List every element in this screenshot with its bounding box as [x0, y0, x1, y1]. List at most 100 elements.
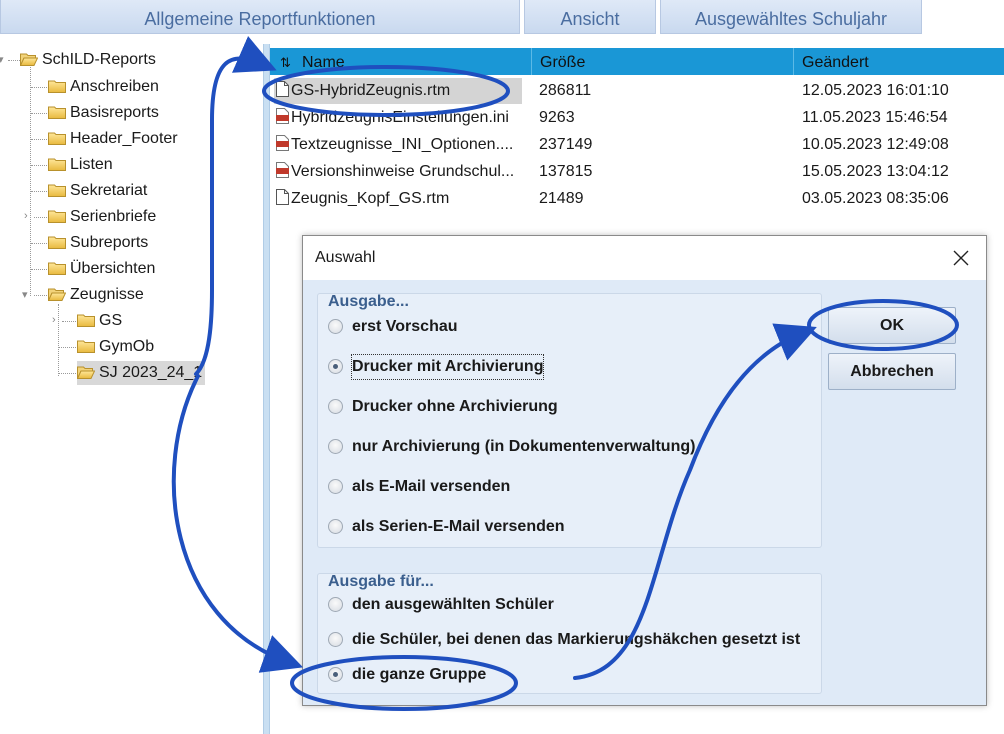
tree-item-sj-2023-24-1[interactable]: SJ 2023_24_1 — [77, 361, 206, 385]
file-row[interactable]: HybridzeugnisEinstellungen.ini 9263 11.0… — [270, 105, 1004, 131]
file-date: 15.05.2023 13:04:12 — [802, 163, 949, 180]
tree-guide — [62, 321, 76, 322]
button-label: OK — [880, 317, 904, 334]
file-date: 11.05.2023 15:46:54 — [802, 109, 948, 126]
radio-label: die ganze Gruppe — [352, 666, 487, 683]
file-date: 03.05.2023 08:35:06 — [802, 190, 949, 207]
expand-icon[interactable]: › — [24, 210, 28, 222]
folder-icon — [48, 131, 66, 145]
tree-item-anschreiben[interactable]: Anschreiben — [48, 75, 159, 99]
collapse-icon[interactable]: ▾ — [0, 53, 4, 66]
file-row[interactable]: Zeugnis_Kopf_GS.rtm 21489 03.05.2023 08:… — [270, 186, 1004, 212]
ok-button[interactable]: OK — [828, 307, 956, 344]
folder-tree: ▾ SchILD-Reports Anschreiben Basisreport… — [0, 44, 265, 734]
folder-icon — [48, 105, 66, 119]
file-row[interactable]: Versionshinweise Grundschul... 137815 15… — [270, 159, 1004, 185]
tab-label: Ansicht — [560, 9, 620, 29]
folder-icon — [48, 209, 66, 223]
tree-item-listen[interactable]: Listen — [48, 153, 113, 177]
tree-item-uebersichten[interactable]: Übersichten — [48, 257, 155, 281]
tree-guide — [8, 60, 20, 61]
tree-item-label: Anschreiben — [70, 78, 159, 95]
tree-item-serienbriefe[interactable]: Serienbriefe — [48, 205, 156, 229]
rtm-file-icon — [276, 189, 289, 205]
radio-label: den ausgewählten Schüler — [352, 596, 554, 613]
pane-splitter[interactable] — [263, 44, 270, 734]
radio-label: als Serien-E-Mail versenden — [352, 518, 565, 535]
tree-item-label: Basisreports — [70, 104, 159, 121]
radio-label: Drucker ohne Archivierung — [352, 398, 558, 415]
folder-icon — [48, 79, 66, 93]
collapse-icon[interactable]: ▾ — [22, 288, 28, 301]
ini-file-icon — [276, 108, 289, 124]
folder-open-icon — [48, 287, 66, 301]
radio-label: Drucker mit Archivierung — [350, 354, 545, 380]
folder-icon — [48, 157, 66, 171]
column-label: Größe — [540, 54, 586, 71]
file-size: 137815 — [539, 163, 593, 180]
close-icon[interactable] — [950, 247, 972, 269]
tree-root-schild-reports[interactable]: SchILD-Reports — [20, 48, 156, 72]
folder-icon — [77, 339, 95, 353]
tree-guide — [34, 295, 47, 296]
tree-item-label: SJ 2023_24_1 — [99, 364, 203, 381]
file-name-cell: Zeugnis_Kopf_GS.rtm — [274, 186, 528, 212]
tab-ansicht[interactable]: Ansicht — [524, 0, 656, 34]
file-name: HybridzeugnisEinstellungen.ini — [291, 109, 509, 126]
expand-icon[interactable]: › — [52, 314, 56, 326]
tab-label: Allgemeine Reportfunktionen — [144, 9, 376, 29]
folder-icon — [48, 235, 66, 249]
file-name-cell: GS-HybridZeugnis.rtm — [274, 78, 522, 104]
file-size: 286811 — [539, 82, 592, 99]
cancel-button[interactable]: Abbrechen — [828, 353, 956, 390]
tree-item-label: Übersichten — [70, 260, 156, 277]
radio-button-icon — [328, 439, 343, 454]
tree-guide — [31, 113, 47, 114]
radio-label: nur Archivierung (in Dokumentenverwaltun… — [352, 438, 696, 455]
radio-button-checked-icon — [328, 667, 343, 682]
tree-guide — [34, 217, 47, 218]
file-row[interactable]: GS-HybridZeugnis.rtm 286811 12.05.2023 1… — [270, 78, 1004, 104]
radio-button-icon — [328, 519, 343, 534]
tree-item-subreports[interactable]: Subreports — [48, 231, 148, 255]
tree-item-label: Sekretariat — [70, 182, 148, 199]
tree-item-gs[interactable]: GS — [77, 309, 122, 333]
radio-button-checked-icon — [328, 359, 343, 374]
tree-item-label: Subreports — [70, 234, 149, 251]
rtm-file-icon — [276, 81, 289, 97]
tree-item-label: GymOb — [99, 338, 155, 355]
ausgabe-group: Ausgabe... erst Vorschau Drucker mit Arc… — [317, 293, 822, 548]
radio-button-icon — [328, 399, 343, 414]
ausgabe-fuer-group: Ausgabe für... den ausgewählten Schüler … — [317, 573, 822, 694]
column-header-date[interactable]: Geändert — [794, 48, 1004, 75]
tree-item-sekretariat[interactable]: Sekretariat — [48, 179, 147, 203]
tree-item-label: SchILD-Reports — [42, 51, 156, 68]
group-title: Ausgabe für... — [328, 573, 434, 590]
file-name-cell: Versionshinweise Grundschul... — [274, 159, 528, 185]
tree-guide — [59, 347, 76, 348]
folder-icon — [48, 183, 66, 197]
tree-item-label: Zeugnisse — [70, 286, 144, 303]
tree-item-label: Header_Footer — [70, 130, 178, 147]
tab-ausgewaehltes-schuljahr[interactable]: Ausgewähltes Schuljahr — [660, 0, 922, 34]
tree-guide — [31, 139, 47, 140]
file-date: 10.05.2023 12:49:08 — [802, 136, 949, 153]
column-header-size[interactable]: Größe — [532, 48, 794, 75]
file-row[interactable]: Textzeugnisse_INI_Optionen.... 237149 10… — [270, 132, 1004, 158]
tree-guide — [30, 64, 31, 296]
tree-item-basisreports[interactable]: Basisreports — [48, 101, 159, 125]
file-name: Versionshinweise Grundschul... — [291, 163, 515, 180]
folder-open-icon — [20, 52, 38, 66]
column-label: Geändert — [802, 54, 869, 71]
tree-item-label: GS — [99, 312, 123, 329]
column-header-name[interactable]: ⇅ Name — [270, 48, 532, 75]
tree-item-gymob[interactable]: GymOb — [77, 335, 154, 359]
pdf-file-icon — [276, 135, 289, 151]
radio-button-icon — [328, 319, 343, 334]
tree-guide — [31, 243, 47, 244]
tree-item-zeugnisse[interactable]: Zeugnisse — [48, 283, 144, 307]
tree-item-header-footer[interactable]: Header_Footer — [48, 127, 178, 151]
column-label: Name — [302, 54, 345, 71]
tab-allgemeine-reportfunktionen[interactable]: Allgemeine Reportfunktionen — [0, 0, 520, 34]
dialog-titlebar: Auswahl — [303, 236, 986, 280]
